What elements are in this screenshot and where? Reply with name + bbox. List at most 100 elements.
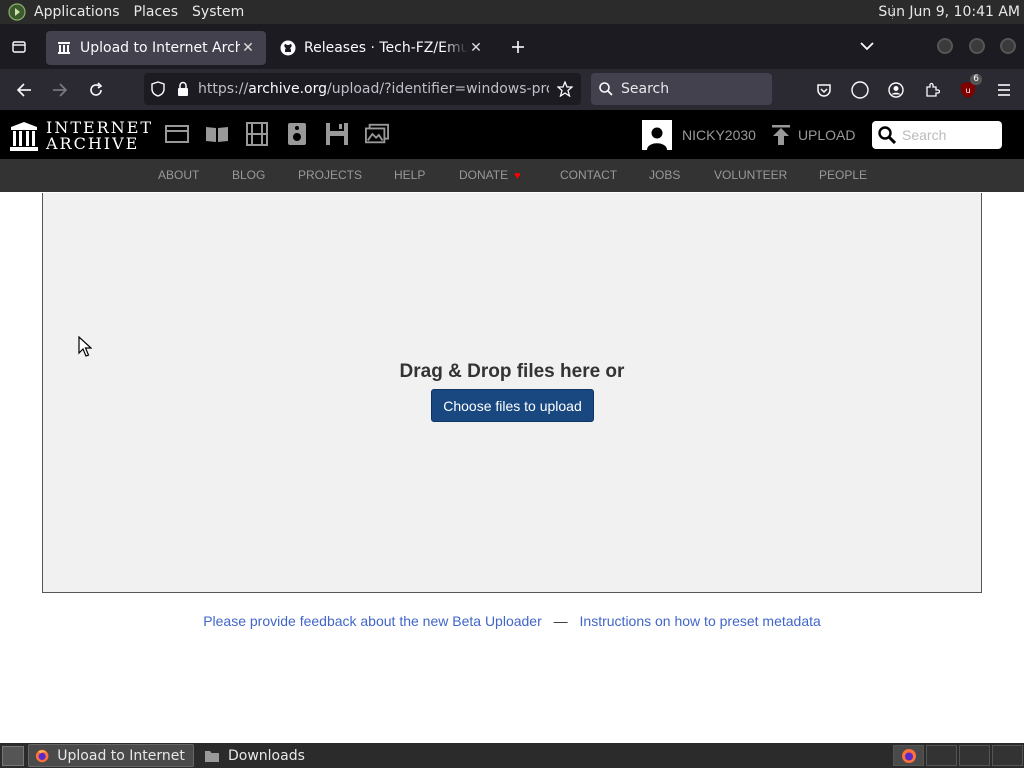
clock[interactable]: Sun Jun 9, 10:41 AM: [878, 4, 1020, 20]
workspace-3[interactable]: [959, 745, 990, 766]
software-icon[interactable]: [325, 122, 349, 146]
bottom-taskbar: Upload to Internet ... Downloads: [0, 743, 1024, 768]
ublock-origin-button[interactable]: u 6: [950, 73, 986, 106]
forward-button[interactable]: [42, 74, 78, 106]
search-bar[interactable]: Search: [591, 73, 772, 105]
choose-files-button[interactable]: Choose files to upload: [431, 389, 594, 422]
logo-wordmark: INTERNET ARCHIVE: [46, 120, 153, 152]
extensions-button[interactable]: [914, 74, 950, 106]
media-type-icons: [165, 122, 405, 146]
url-host: archive.org: [248, 81, 327, 97]
extension-circle-button[interactable]: [842, 74, 878, 106]
tab-title: Upload to Internet Archive: [80, 39, 240, 56]
feedback-link[interactable]: Please provide feedback about the new Be…: [203, 613, 542, 629]
ia-header: INTERNET ARCHIVE NICKY2030 UPLOAD: [0, 110, 1024, 159]
workspace-4[interactable]: [992, 745, 1023, 766]
nav-donate[interactable]: DONATE ♥: [459, 168, 521, 182]
lock-icon[interactable]: [172, 81, 194, 97]
pocket-icon: [817, 83, 831, 97]
nav-donate-label: DONATE: [459, 168, 509, 182]
reload-button[interactable]: [78, 74, 114, 106]
audio-icon[interactable]: [285, 122, 309, 146]
minimize-window-button[interactable]: [937, 38, 953, 54]
nav-blog[interactable]: BLOG: [232, 168, 265, 182]
archive-building-icon: [10, 122, 38, 151]
taskbar-item-downloads[interactable]: Downloads: [198, 744, 358, 767]
uploader-links: Please provide feedback about the new Be…: [0, 613, 1024, 629]
tab-upload-internet-archive[interactable]: Upload to Internet Archive ✕: [46, 30, 266, 65]
ia-search-input[interactable]: [902, 127, 992, 143]
applications-menu[interactable]: Applications: [34, 4, 120, 20]
pocket-button[interactable]: [806, 74, 842, 106]
internet-archive-logo[interactable]: INTERNET ARCHIVE: [10, 120, 153, 152]
video-icon[interactable]: [245, 122, 269, 146]
puzzle-icon: [926, 82, 940, 97]
images-icon[interactable]: [365, 122, 389, 146]
maximize-window-button[interactable]: [969, 38, 985, 54]
reload-icon: [90, 81, 103, 96]
ia-search-box[interactable]: [872, 121, 1002, 149]
svg-text:u: u: [965, 86, 970, 95]
back-button[interactable]: [6, 74, 42, 106]
close-tab-icon[interactable]: ✕: [240, 40, 256, 56]
top-panel: Applications Places System Sun Jun 9, 10…: [0, 0, 1024, 24]
texts-icon[interactable]: [205, 122, 229, 146]
drop-instructions: Drag & Drop files here or: [399, 361, 625, 382]
nav-contact[interactable]: CONTACT: [560, 168, 617, 182]
mouse-pointer-icon: [78, 336, 92, 357]
gnome-foot-icon[interactable]: [8, 3, 26, 21]
github-favicon-icon: [280, 40, 296, 56]
url-bar[interactable]: https://archive.org/upload/?identifier=w…: [144, 73, 581, 105]
tab-releases-emugui[interactable]: Releases · Tech-FZ/EmuGUI ✕: [270, 31, 494, 65]
account-button[interactable]: [878, 74, 914, 106]
user-avatar[interactable]: [642, 120, 672, 150]
username[interactable]: NICKY2030: [682, 127, 756, 143]
show-desktop-button[interactable]: [2, 745, 24, 766]
folder-icon: [205, 750, 219, 762]
plus-icon: [512, 40, 524, 53]
tracking-protection-shield-icon[interactable]: [144, 81, 172, 97]
preset-metadata-link[interactable]: Instructions on how to preset metadata: [580, 613, 821, 629]
nav-help[interactable]: HELP: [394, 168, 425, 182]
workspace-2[interactable]: [926, 745, 957, 766]
firefox-mini-icon: [902, 749, 916, 763]
nav-jobs[interactable]: JOBS: [649, 168, 680, 182]
close-window-button[interactable]: [1000, 38, 1016, 54]
list-all-tabs-button[interactable]: [860, 36, 874, 55]
firefox-view-icon: [12, 40, 26, 53]
workspace-1[interactable]: [893, 745, 924, 766]
taskbar-item-label: Upload to Internet ...: [57, 747, 187, 764]
web-icon[interactable]: [165, 122, 189, 146]
upload-drop-zone[interactable]: Drag & Drop files here or Choose files t…: [42, 193, 982, 593]
tab-strip: Upload to Internet Archive ✕ Releases · …: [0, 24, 1024, 69]
logo-line-archive: ARCHIVE: [46, 134, 140, 153]
tab-title: Releases · Tech-FZ/EmuGUI: [304, 39, 468, 56]
chevron-down-icon: [860, 42, 874, 51]
back-arrow-icon: [16, 82, 31, 97]
upload-arrow-icon: [771, 125, 790, 145]
nav-volunteer[interactable]: VOLUNTEER: [714, 168, 787, 182]
person-silhouette-icon: [647, 127, 667, 150]
upload-link[interactable]: UPLOAD: [771, 125, 856, 145]
new-tab-button[interactable]: [498, 30, 538, 64]
toolbar-icons: u 6: [806, 69, 1022, 110]
search-icon: [599, 82, 613, 96]
hamburger-menu-icon: [998, 83, 1010, 96]
url-scheme: https://: [198, 81, 249, 97]
taskbar-item-firefox[interactable]: Upload to Internet ...: [28, 744, 194, 767]
link-separator: —: [553, 613, 568, 629]
system-menu[interactable]: System: [192, 4, 244, 20]
app-menu-button[interactable]: [986, 74, 1022, 106]
bookmark-star-icon[interactable]: [549, 81, 581, 97]
places-menu[interactable]: Places: [134, 4, 179, 20]
close-tab-icon[interactable]: ✕: [468, 40, 484, 56]
firefox-view-button[interactable]: [0, 24, 38, 69]
url-text: https://archive.org/upload/?identifier=w…: [198, 81, 549, 97]
nav-projects[interactable]: PROJECTS: [298, 168, 362, 182]
taskbar-item-label: Downloads: [228, 747, 305, 764]
search-icon: [878, 126, 896, 144]
url-path: /upload/?identifier=windows-program: [327, 81, 549, 97]
nav-about[interactable]: ABOUT: [158, 168, 199, 182]
nav-people[interactable]: PEOPLE: [819, 168, 867, 182]
firefox-icon: [35, 749, 49, 762]
